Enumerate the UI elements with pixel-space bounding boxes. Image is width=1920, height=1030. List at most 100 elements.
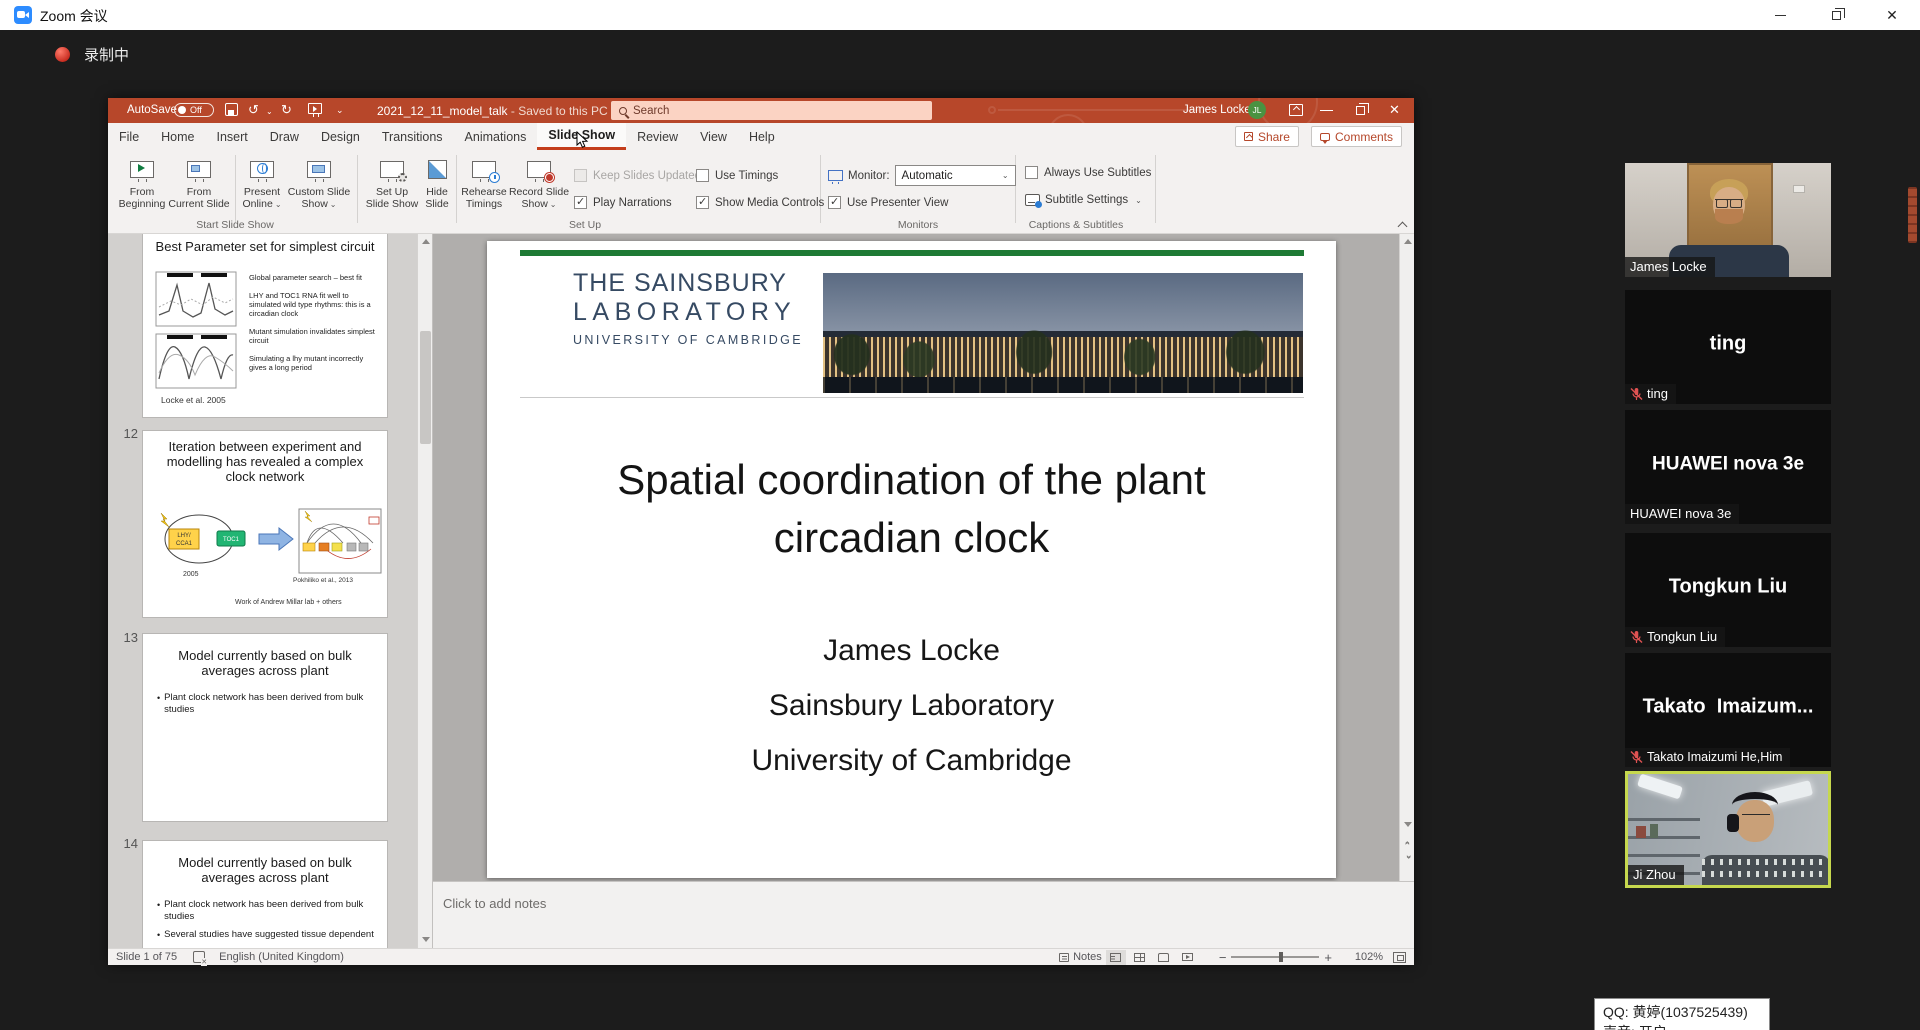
tab-draw[interactable]: Draw — [259, 123, 310, 150]
redo-icon[interactable]: ↻ — [281, 103, 292, 116]
document-title[interactable]: 2021_12_11_model_talk - Saved to this PC… — [377, 104, 616, 118]
slide-number-12: 12 — [116, 426, 138, 441]
participant-tile-james-locke[interactable]: James Locke — [1625, 163, 1831, 277]
next-slide-button[interactable]: ‹‹ — [1400, 850, 1414, 865]
slide-number-14: 14 — [116, 836, 138, 851]
notes-pane[interactable]: Click to add notes — [433, 881, 1414, 948]
tab-design[interactable]: Design — [310, 123, 371, 150]
language-indicator[interactable]: English (United Kingdom) — [219, 951, 344, 963]
participant-tile-tongkun-liu[interactable]: Tongkun Liu Tongkun Liu — [1625, 533, 1831, 647]
slide-thumbnail-14[interactable]: Model currently based on bulk averages a… — [142, 840, 388, 948]
from-beginning-button[interactable]: From Beginning — [118, 154, 166, 216]
slide-sorter-view-button[interactable] — [1130, 950, 1150, 965]
zoom-slider[interactable] — [1231, 956, 1319, 958]
tab-home[interactable]: Home — [150, 123, 205, 150]
zoom-restore-button[interactable] — [1808, 0, 1864, 30]
from-current-slide-button[interactable]: From Current Slide — [166, 154, 232, 216]
participant-name-label: HUAWEI nova 3e — [1625, 504, 1739, 524]
share-button[interactable]: Share — [1235, 126, 1299, 147]
accessibility-checker-icon[interactable] — [193, 951, 205, 963]
zoom-minimize-button[interactable] — [1752, 0, 1808, 30]
present-online-button[interactable]: Present Online⌄ — [239, 154, 285, 216]
monitor-select[interactable]: Automatic ⌄ — [895, 165, 1016, 186]
participant-tile-ji-zhou-active-speaker[interactable]: Ji Zhou — [1625, 771, 1831, 888]
scroll-down-icon[interactable] — [418, 932, 433, 947]
subtitle-settings-button[interactable]: Subtitle Settings ⌄ — [1025, 194, 1142, 206]
tab-help[interactable]: Help — [738, 123, 786, 150]
quick-access-toolbar-dropdown-icon[interactable]: ⌄ — [336, 105, 344, 116]
ppt-minimize-button[interactable] — [1320, 110, 1333, 111]
close-icon: ✕ — [1886, 8, 1898, 22]
ppt-close-button[interactable]: ✕ — [1389, 102, 1400, 118]
comments-icon — [1320, 133, 1330, 141]
thumbnail-scrollbar[interactable] — [417, 234, 432, 948]
show-media-controls-checkbox[interactable]: Show Media Controls — [696, 196, 824, 209]
keep-slides-updated-checkbox[interactable]: Keep Slides Updated — [574, 169, 701, 182]
set-up-slide-show-button[interactable]: Set Up Slide Show — [363, 154, 421, 216]
comments-button[interactable]: Comments — [1311, 126, 1402, 147]
tab-review[interactable]: Review — [626, 123, 689, 150]
search-input[interactable]: Search — [611, 101, 932, 120]
svg-text:LHY/: LHY/ — [177, 533, 191, 539]
zoom-in-button[interactable]: + — [1319, 950, 1337, 965]
save-icon[interactable] — [225, 103, 238, 116]
zoom-level[interactable]: 102% — [1349, 951, 1383, 963]
tab-transitions[interactable]: Transitions — [371, 123, 454, 150]
affiliation-1: Sainsbury Laboratory — [487, 678, 1336, 733]
group-label-set-up: Set Up — [505, 219, 665, 231]
participant-name-label: Takato Imaizumi He,Him — [1625, 748, 1790, 767]
undo-icon[interactable]: ↺ — [248, 103, 259, 116]
hide-slide-button[interactable]: Hide Slide — [419, 154, 455, 216]
previous-slide-button[interactable]: ‹‹ — [1400, 834, 1414, 849]
use-timings-checkbox[interactable]: Use Timings — [696, 169, 778, 182]
zoom-out-button[interactable]: − — [1214, 950, 1232, 965]
scroll-down-icon[interactable] — [1400, 817, 1414, 832]
edge-scroll-handle[interactable] — [1908, 187, 1917, 243]
slide-thumbnail-13[interactable]: Model currently based on bulk averages a… — [142, 633, 388, 822]
account-name[interactable]: James Locke — [1183, 104, 1251, 116]
tab-file[interactable]: File — [108, 123, 150, 150]
normal-view-button[interactable] — [1106, 950, 1126, 965]
collapse-ribbon-icon[interactable] — [1398, 220, 1407, 229]
use-presenter-view-checkbox[interactable]: Use Presenter View — [828, 196, 948, 209]
ribbon-display-options-icon[interactable] — [1289, 104, 1303, 116]
custom-slide-show-button[interactable]: Custom Slide Show⌄ — [285, 154, 353, 216]
search-icon — [619, 107, 627, 115]
slide-show-view-button[interactable] — [1178, 950, 1198, 965]
reading-view-button[interactable] — [1154, 950, 1174, 965]
undo-dropdown-icon[interactable]: ⌄ — [266, 107, 273, 116]
zoom-slider-thumb[interactable] — [1279, 952, 1283, 962]
group-label-start-slide-show: Start Slide Show — [155, 219, 315, 231]
scroll-up-icon[interactable] — [1400, 234, 1414, 249]
share-icon — [1244, 132, 1253, 141]
slide-thumbnail-12[interactable]: Iteration between experiment and modelli… — [142, 430, 388, 618]
zoom-close-button[interactable]: ✕ — [1864, 0, 1920, 30]
participant-name-label: Tongkun Liu — [1625, 627, 1725, 647]
notes-toggle[interactable]: Notes — [1073, 951, 1102, 963]
slide-green-bar — [520, 250, 1304, 256]
tab-insert[interactable]: Insert — [206, 123, 259, 150]
record-slide-show-button[interactable]: Record Slide Show⌄ — [508, 154, 570, 216]
participant-tile-huawei-nova-3e[interactable]: HUAWEI nova 3e HUAWEI nova 3e — [1625, 410, 1831, 524]
start-slideshow-qat-icon[interactable] — [308, 103, 322, 114]
hide-slide-icon — [428, 160, 447, 179]
slide-thumbnail-11[interactable]: Best Parameter set for simplest circuit … — [142, 234, 388, 418]
rehearse-timings-button[interactable]: Rehearse Timings — [460, 154, 508, 216]
play-narrations-checkbox[interactable]: Play Narrations — [574, 196, 672, 209]
account-avatar[interactable]: JL — [1248, 101, 1266, 119]
ppt-restore-button[interactable] — [1356, 106, 1365, 115]
fit-slide-to-window-icon[interactable] — [1393, 952, 1406, 963]
notes-placeholder[interactable]: Click to add notes — [443, 896, 546, 911]
participant-tile-takato-imaizumi[interactable]: Takato Imaizum... Takato Imaizumi He,Him — [1625, 653, 1831, 767]
tab-animations[interactable]: Animations — [454, 123, 538, 150]
slide-scrollbar[interactable]: ‹‹ ‹‹ — [1399, 234, 1414, 881]
participant-tile-ting[interactable]: ting ting — [1625, 290, 1831, 404]
always-use-subtitles-checkbox[interactable]: Always Use Subtitles — [1025, 166, 1151, 179]
scroll-up-icon[interactable] — [418, 234, 433, 249]
scrollbar-thumb[interactable] — [420, 331, 431, 444]
set-up-slide-show-icon — [380, 161, 404, 178]
current-slide-canvas[interactable]: THE SAINSBURY LABORATORY UNIVERSITY OF C… — [487, 241, 1336, 878]
ribbon-slide-show: From Beginning From Current Slide Presen… — [108, 150, 1414, 234]
autosave-toggle[interactable]: Off — [174, 103, 214, 117]
tab-view[interactable]: View — [689, 123, 738, 150]
